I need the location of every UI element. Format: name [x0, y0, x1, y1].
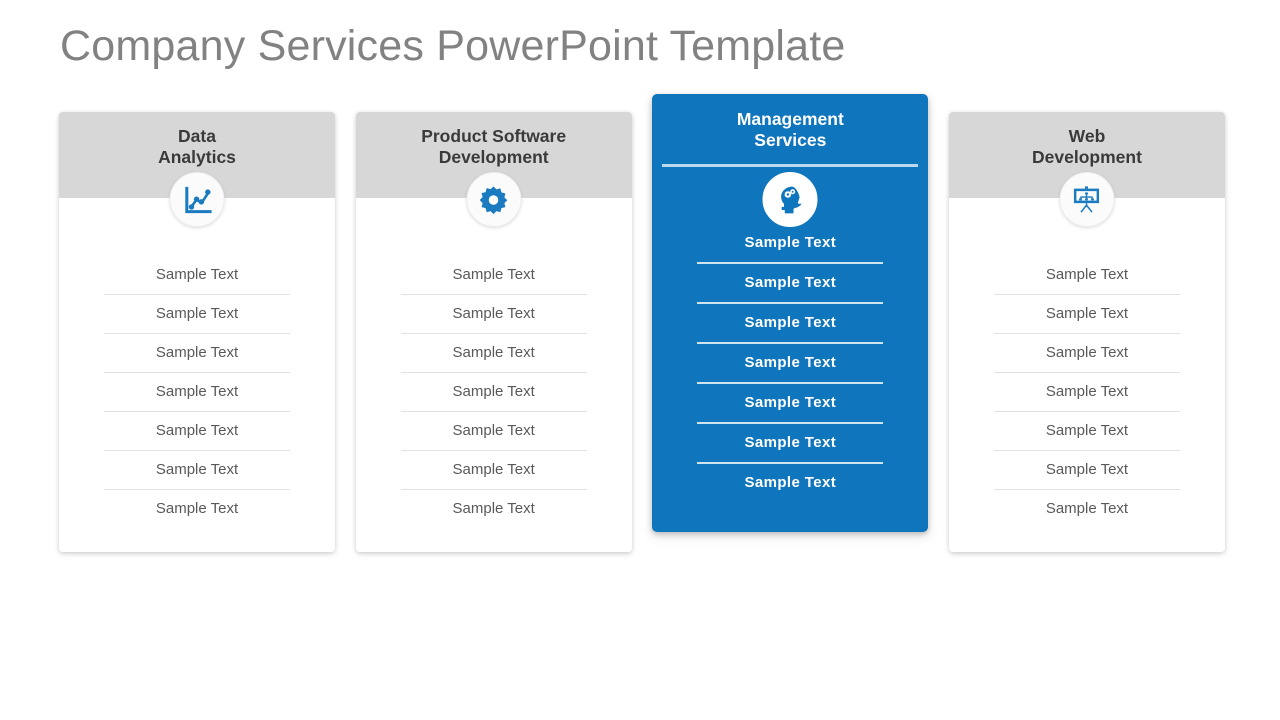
list-item-label: Sample Text: [697, 462, 884, 502]
list-item-label: Sample Text: [104, 294, 290, 333]
list-item[interactable]: Sample Text: [356, 372, 632, 411]
column-title-line-2: Development: [438, 146, 549, 167]
column-body: Sample Text Sample Text Sample Text Sample …: [652, 183, 928, 532]
list-item-label: Sample Text: [697, 302, 884, 342]
list-item[interactable]: Sample Text: [949, 489, 1225, 528]
list-item[interactable]: Sample Text: [652, 462, 928, 502]
head-gears-icon: [780, 186, 802, 213]
list-item-label: Sample Text: [993, 333, 1180, 372]
list-item-label: Sample Text: [104, 333, 290, 372]
column-header: Management Services: [652, 94, 928, 183]
list-item-label: Sample Text: [744, 234, 837, 251]
list-item[interactable]: Sample Text: [356, 294, 632, 333]
list-item-label: Sample Text: [452, 266, 535, 283]
list-item-label: Sample Text: [697, 262, 884, 302]
list-item-label: Sample Text: [104, 489, 290, 528]
slide-canvas: Company Services PowerPoint Template Dat…: [0, 0, 1280, 720]
column-title: Data Analytics: [69, 126, 325, 167]
list-item-label: Sample Text: [697, 382, 884, 422]
list-item[interactable]: Sample Text: [59, 489, 335, 528]
list-item-label: Sample Text: [1045, 266, 1129, 283]
page-title: Company Services PowerPoint Template: [60, 22, 846, 70]
column-title: Web Development: [959, 126, 1215, 167]
list-item-label: Sample Text: [993, 294, 1180, 333]
list-item[interactable]: Sample Text: [949, 333, 1225, 372]
list-item-label: Sample Text: [104, 411, 290, 450]
list-item[interactable]: Sample Text: [356, 489, 632, 528]
list-item-label: Sample Text: [400, 489, 587, 528]
gear-icon: [479, 186, 508, 214]
list-item[interactable]: Sample Text: [652, 422, 928, 462]
list-item[interactable]: Sample Text: [59, 294, 335, 333]
list-item[interactable]: Sample Text: [652, 262, 928, 302]
column-title: Management Services: [662, 109, 918, 150]
column-body: Sample Text Sample Text Sample Text Sample …: [355, 198, 632, 552]
service-column-4[interactable]: Web Development Sample Text Sample Text Samp…: [948, 112, 1225, 552]
list-item[interactable]: Sample Text: [949, 256, 1225, 294]
list-item[interactable]: Sample Text: [652, 224, 928, 262]
list-item[interactable]: Sample Text: [59, 450, 335, 489]
list-item[interactable]: Sample Text: [356, 450, 632, 489]
column-icon-badge: [169, 172, 225, 227]
column-title-line-1: Product Software: [421, 126, 567, 146]
list-item-label: Sample Text: [993, 489, 1180, 528]
list-item[interactable]: Sample Text: [59, 411, 335, 450]
list-item-label: Sample Text: [400, 294, 587, 333]
list-item[interactable]: Sample Text: [356, 333, 632, 372]
list-item-label: Sample Text: [697, 422, 884, 462]
service-columns: Data Analytics Sample Text Sample Text Sampl…: [59, 94, 1225, 552]
column-body: Sample Text Sample Text Sample Text Sample …: [59, 198, 335, 552]
column-title-line-1: Web: [1068, 126, 1106, 146]
list-item-label: Sample Text: [697, 342, 884, 382]
list-item-label: Sample Text: [104, 372, 290, 411]
list-item[interactable]: Sample Text: [59, 256, 335, 294]
list-item[interactable]: Sample Text: [356, 411, 632, 450]
list-item[interactable]: Sample Text: [949, 450, 1225, 489]
list-item-label: Sample Text: [155, 266, 239, 283]
line-chart-icon: [184, 186, 212, 213]
list-item[interactable]: Sample Text: [652, 342, 928, 382]
column-icon-badge: [1059, 172, 1115, 227]
list-item[interactable]: Sample Text: [652, 382, 928, 422]
list-item[interactable]: Sample Text: [652, 302, 928, 342]
list-item[interactable]: Sample Text: [59, 333, 335, 372]
list-item[interactable]: Sample Text: [59, 372, 335, 411]
column-body: Sample Text Sample Text Sample Text Sample …: [948, 198, 1225, 552]
presentation-board-icon: [1074, 185, 1100, 213]
list-item-label: Sample Text: [400, 411, 587, 450]
header-divider: [662, 164, 919, 168]
list-item[interactable]: Sample Text: [949, 411, 1225, 450]
column-icon-badge: [466, 172, 522, 227]
service-column-3[interactable]: Management Services Sample Text Sample Text…: [652, 94, 929, 532]
column-title-line-2: Development: [1032, 146, 1142, 167]
column-icon-badge: [762, 172, 818, 227]
list-item[interactable]: Sample Text: [356, 256, 632, 294]
column-title-line-2: Services: [754, 129, 827, 150]
list-item-label: Sample Text: [104, 450, 290, 489]
list-item-label: Sample Text: [400, 333, 587, 372]
list-item[interactable]: Sample Text: [949, 294, 1225, 333]
list-item-label: Sample Text: [400, 450, 587, 489]
list-item-label: Sample Text: [400, 372, 587, 411]
service-column-1[interactable]: Data Analytics Sample Text Sample Text Sampl…: [59, 112, 335, 552]
list-item-label: Sample Text: [993, 411, 1180, 450]
list-item[interactable]: Sample Text: [949, 372, 1225, 411]
column-title: Product Software Development: [366, 126, 622, 167]
list-item-label: Sample Text: [993, 372, 1180, 411]
service-column-2[interactable]: Product Software Development Sample Text Sa…: [355, 112, 632, 552]
column-title-line-1: Management: [736, 109, 844, 129]
list-item-label: Sample Text: [993, 450, 1180, 489]
column-title-line-1: Data: [178, 126, 216, 146]
column-title-line-2: Analytics: [158, 146, 236, 167]
